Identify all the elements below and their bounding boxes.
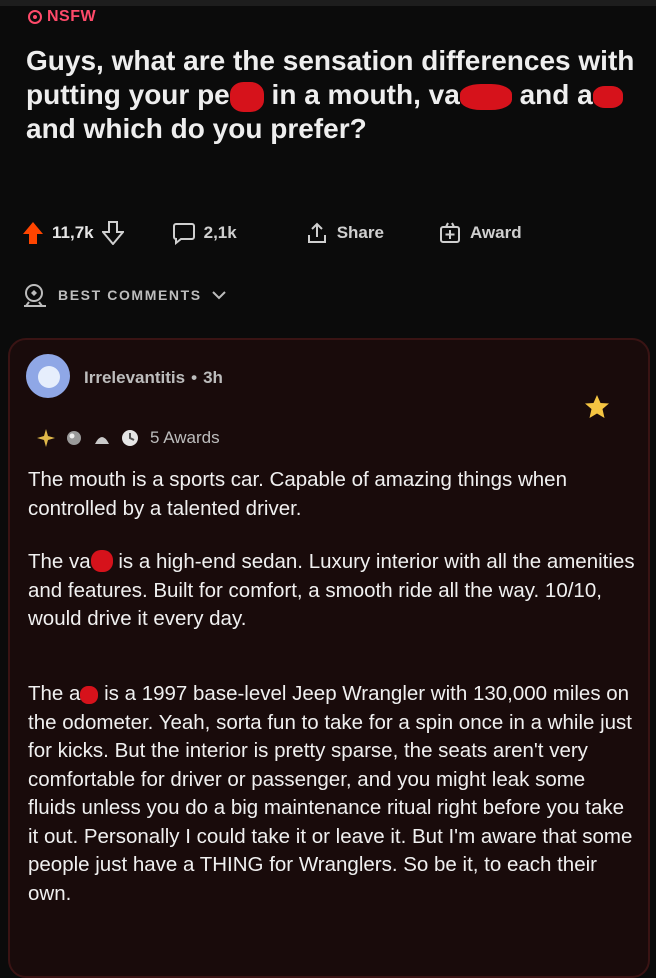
top-comment: Irrelevantitis • 3h 5 Awards The mouth is … bbox=[8, 338, 650, 978]
comment-paragraph-3: The a is a 1997 base-level Jeep Wrangler… bbox=[28, 680, 638, 908]
redaction-mark bbox=[592, 85, 623, 108]
share-label: Share bbox=[336, 223, 384, 242]
redaction-mark bbox=[459, 83, 512, 110]
title-part-2: in a mouth, va bbox=[271, 79, 460, 110]
downvote-icon[interactable] bbox=[101, 221, 124, 245]
share-icon bbox=[307, 222, 326, 243]
post-title[interactable]: Guys, what are the sensation differences… bbox=[26, 44, 636, 146]
meta-separator: • bbox=[191, 368, 198, 387]
award-icon bbox=[67, 431, 81, 445]
sort-selector[interactable]: BEST COMMENTS bbox=[22, 282, 226, 308]
title-part-4: and which do you prefer? bbox=[26, 113, 367, 144]
title-part-3: and a bbox=[519, 79, 593, 110]
para2-lead: The va bbox=[28, 550, 91, 573]
nsfw-badge: NSFW bbox=[28, 8, 96, 26]
award-label: Award bbox=[469, 223, 522, 242]
shield-icon bbox=[24, 284, 46, 307]
vote-group: 11,7k bbox=[22, 221, 124, 245]
snoo-icon bbox=[38, 366, 60, 388]
nsfw-icon bbox=[28, 10, 42, 24]
chevron-down-icon bbox=[211, 291, 226, 300]
comments-count: 2,1k bbox=[203, 223, 237, 242]
redaction-mark bbox=[80, 686, 99, 704]
award-icon bbox=[95, 437, 109, 444]
comments-button[interactable]: 2,1k bbox=[172, 221, 237, 245]
comment-author[interactable]: Irrelevantitis bbox=[84, 368, 185, 387]
comment-meta: Irrelevantitis • 3h bbox=[84, 368, 223, 388]
awards-count: 5 Awards bbox=[150, 428, 220, 447]
award-icon bbox=[439, 222, 460, 243]
upvote-icon[interactable] bbox=[22, 221, 44, 245]
star-icon bbox=[585, 395, 609, 418]
post-actions: 11,7k 2,1k Share Award bbox=[20, 216, 640, 250]
comment-icon bbox=[172, 223, 195, 245]
para3-lead: The a bbox=[28, 682, 81, 705]
redaction-mark bbox=[229, 81, 264, 112]
share-button[interactable]: Share bbox=[305, 221, 384, 245]
comment-paragraph-2: The va is a high-end sedan. Luxury inter… bbox=[28, 548, 638, 634]
para2-body: is a high-end sedan. Luxury interior wit… bbox=[28, 550, 635, 630]
para3-body: is a 1997 base-level Jeep Wrangler with … bbox=[28, 682, 633, 905]
nsfw-label: NSFW bbox=[47, 8, 97, 25]
comment-paragraph-1: The mouth is a sports car. Capable of am… bbox=[28, 468, 567, 520]
upvote-count: 11,7k bbox=[52, 223, 94, 242]
awards-row[interactable]: 5 Awards bbox=[36, 428, 220, 448]
award-icon bbox=[37, 429, 55, 447]
award-icon bbox=[122, 430, 138, 446]
comment-age: 3h bbox=[203, 368, 223, 387]
top-bar bbox=[0, 0, 656, 6]
avatar[interactable] bbox=[26, 354, 70, 398]
redaction-mark bbox=[90, 550, 113, 572]
sort-label: BEST COMMENTS bbox=[58, 287, 202, 303]
award-button[interactable]: Award bbox=[438, 221, 522, 245]
